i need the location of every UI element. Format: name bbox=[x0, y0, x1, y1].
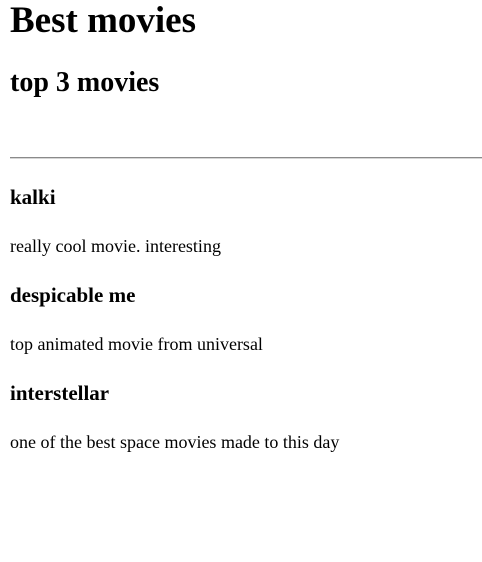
movie-item-despicable-me: despicable me top animated movie from un… bbox=[10, 283, 482, 355]
movie-description: one of the best space movies made to thi… bbox=[10, 432, 340, 452]
page-subtitle: top 3 movies bbox=[10, 67, 160, 98]
movie-title: despicable me bbox=[10, 283, 136, 307]
page-content: Best movies top 3 movies kalki really co… bbox=[0, 0, 482, 453]
page-title: Best movies bbox=[10, 0, 196, 41]
movie-title: kalki bbox=[10, 185, 56, 209]
divider bbox=[10, 157, 482, 159]
movie-list: kalki really cool movie. interesting des… bbox=[10, 185, 482, 453]
movie-item-interstellar: interstellar one of the best space movie… bbox=[10, 381, 482, 453]
movie-description: really cool movie. interesting bbox=[10, 236, 221, 256]
movie-item-kalki: kalki really cool movie. interesting bbox=[10, 185, 482, 257]
movie-title: interstellar bbox=[10, 381, 110, 405]
movie-description: top animated movie from universal bbox=[10, 334, 263, 354]
